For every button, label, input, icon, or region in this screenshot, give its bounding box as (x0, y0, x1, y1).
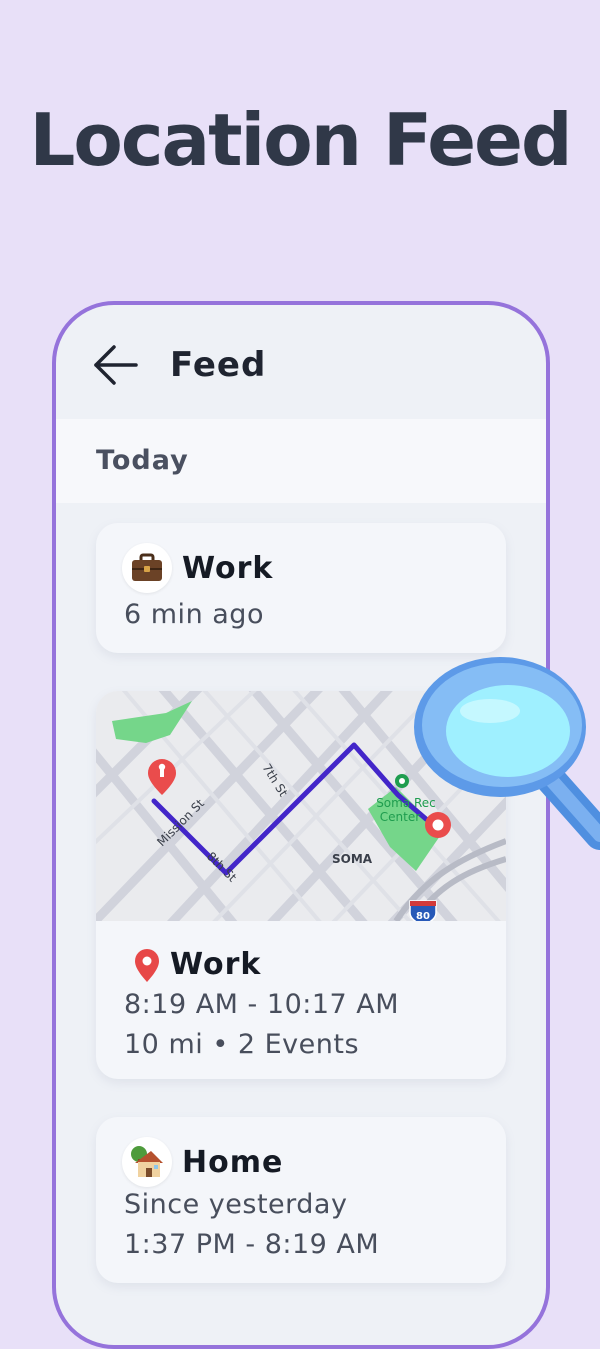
section-header-today: Today (56, 419, 546, 503)
section-title: Today (96, 445, 189, 476)
card-title: Home (182, 1145, 284, 1180)
briefcase-icon (122, 543, 172, 593)
card-time-range: 8:19 AM - 10:17 AM (124, 989, 400, 1020)
magnifier-icon (414, 657, 600, 850)
page-title: Feed (170, 345, 267, 385)
district-label: SOMA (332, 852, 373, 866)
feed-card-work[interactable]: Work 6 min ago (96, 523, 506, 653)
app-bar: Feed (56, 305, 546, 419)
card-since: Since yesterday (124, 1189, 348, 1220)
card-distance-events: 10 mi • 2 Events (124, 1029, 360, 1060)
map-pin-icon (122, 941, 172, 991)
card-title: Work (170, 947, 262, 982)
feed-card-home[interactable]: Home Since yesterday 1:37 PM - 8:19 AM (96, 1117, 506, 1283)
house-icon (122, 1137, 172, 1187)
arrow-left-icon[interactable] (92, 341, 140, 389)
card-time-ago: 6 min ago (124, 599, 264, 630)
svg-text:80: 80 (416, 911, 430, 921)
page-headline: Location Feed (29, 98, 573, 182)
card-title: Work (182, 551, 274, 586)
highway-shield-icon: 80 (409, 900, 437, 921)
card-time-range: 1:37 PM - 8:19 AM (124, 1229, 380, 1260)
